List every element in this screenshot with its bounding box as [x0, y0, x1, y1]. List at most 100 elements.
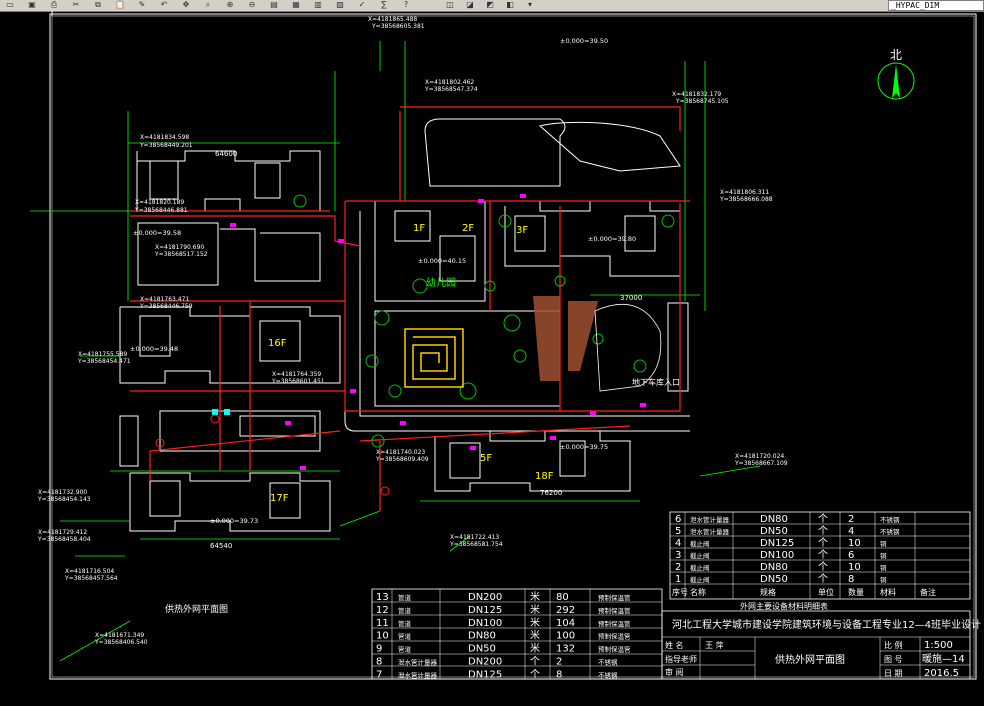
north-arrow-icon: 北 [877, 48, 915, 100]
cad-drawing-canvas[interactable]: 北 1F 2F 3F 16F17F18F 5F X=4181865.488 Y=… [0, 11, 984, 706]
equipment-header-name: 名称 [690, 587, 706, 597]
save-icon[interactable]: ▣ [26, 0, 38, 10]
svg-text:X=4181729.412: X=4181729.412 [38, 529, 87, 536]
calc-icon[interactable]: ∑ [378, 0, 390, 10]
pipe-cell-qty: 100 [556, 631, 575, 642]
layer-previous-icon[interactable]: ◩ [484, 0, 496, 10]
pipe-cell-material: 预制保温管 [598, 606, 631, 615]
equipment-cell-material: 铜 [880, 575, 887, 584]
pipe-cell-material: 预制保温管 [598, 593, 631, 602]
help-icon[interactable]: ? [400, 0, 412, 10]
svg-text:X=4181720.024: X=4181720.024 [735, 453, 784, 460]
equipment-header-note: 备注 [920, 587, 936, 597]
pipe-table: 13 管道 DN200 米 80 预制保温管 12 管道 DN125 米 292 预制保温管 11 管道 D… [371, 588, 663, 680]
svg-text:Y=38568406.540: Y=38568406.540 [94, 639, 148, 646]
equipment-header-no: 序号 [672, 587, 688, 597]
equipment-cell-material: 铜 [880, 539, 887, 548]
svg-text:16F: 16F [268, 338, 287, 349]
equipment-cell-unit: 个 [818, 573, 828, 585]
match-properties-icon[interactable]: ✎ [136, 0, 148, 10]
svg-text:Y=38568449.201: Y=38568449.201 [139, 142, 193, 149]
equipment-cell-no: 5 [675, 526, 681, 537]
open-icon[interactable]: ▭ [4, 0, 16, 10]
pipe-cell-qty: 80 [556, 592, 569, 603]
equipment-cell-unit: 个 [818, 537, 828, 549]
equipment-cell-spec: DN80 [760, 562, 788, 573]
svg-text:审 阅: 审 阅 [665, 667, 684, 677]
svg-text:Y=38568601.451: Y=38568601.451 [271, 378, 325, 385]
undo-icon[interactable]: ↶ [158, 0, 170, 10]
pipe-cell-name: 管道 [398, 606, 412, 615]
equipment-cell-name: 截止阀 [690, 563, 710, 572]
copy-icon[interactable]: ⧉ [92, 0, 104, 10]
print-icon[interactable]: ⎙ [48, 0, 60, 10]
pipe-cell-material: 预制保温管 [598, 619, 631, 628]
layer-state-icon[interactable]: ◪ [464, 0, 476, 10]
svg-text:X=4181832.179: X=4181832.179 [672, 91, 721, 98]
equipment-cell-unit: 个 [818, 561, 828, 573]
pipe-cell-material: 预制保温管 [598, 632, 631, 641]
svg-text:1F: 1F [413, 223, 425, 234]
equipment-cell-material: 铜 [880, 563, 887, 572]
playground-maze [404, 328, 464, 388]
svg-text:Y=38568667.109: Y=38568667.109 [734, 460, 788, 467]
zoom-previous-icon[interactable]: ⊖ [246, 0, 258, 10]
equipment-cell-material: 不锈钢 [880, 515, 900, 524]
svg-text:±0.000=39.58: ±0.000=39.58 [133, 229, 181, 237]
svg-text:Y=38568454.471: Y=38568454.471 [77, 358, 131, 365]
svg-text:±0.000=39.48: ±0.000=39.48 [130, 345, 178, 353]
equipment-cell-no: 2 [675, 562, 681, 573]
pipe-cell-spec: DN80 [468, 631, 496, 642]
pipe-cell-no: 12 [376, 605, 389, 616]
svg-text:X=4181802.462: X=4181802.462 [425, 79, 474, 86]
valve-markers [155, 409, 390, 496]
svg-text:1:500: 1:500 [924, 640, 953, 651]
svg-text:外网主要设备材料明细表: 外网主要设备材料明细表 [740, 601, 828, 611]
zoom-realtime-icon[interactable]: ⌕ [202, 0, 214, 10]
svg-text:X=4181671.349: X=4181671.349 [95, 632, 144, 639]
svg-text:X=4181722.413: X=4181722.413 [450, 534, 499, 541]
svg-text:Y=38568446.881: Y=38568446.881 [134, 207, 188, 214]
svg-text:64600: 64600 [215, 150, 237, 158]
zoom-window-icon[interactable]: ⊕ [224, 0, 236, 10]
svg-text:指导老师: 指导老师 [665, 654, 697, 664]
layer-dropdown-icon[interactable]: ▾ [524, 0, 536, 10]
pipe-cell-unit: 米 [530, 642, 540, 655]
design-center-icon[interactable]: ▦ [290, 0, 302, 10]
pipe-cell-qty: 2 [556, 657, 562, 668]
paving-areas [533, 296, 598, 381]
pipe-cell-name: 泄水管计量器 [398, 670, 438, 679]
svg-text:暖施—14: 暖施—14 [922, 652, 965, 665]
svg-text:比 例: 比 例 [884, 640, 903, 650]
svg-text:Y=38568446.759: Y=38568446.759 [139, 303, 193, 310]
svg-text:±0.000=39.75: ±0.000=39.75 [560, 443, 608, 451]
equipment-cell-spec: DN50 [760, 526, 788, 537]
properties-icon[interactable]: ▤ [268, 0, 280, 10]
svg-text:幼儿园: 幼儿园 [426, 276, 456, 289]
sheet-set-icon[interactable]: ▧ [334, 0, 346, 10]
title-block: 河北工程大学城市建设学院建筑环境与设备工程专业12—4班毕业设计 姓 名 王 萍… [661, 601, 981, 680]
pipe-cell-material: 不锈钢 [598, 670, 618, 679]
pipe-cell-spec: DN200 [468, 657, 502, 668]
svg-text:Y=38568581.754: Y=38568581.754 [449, 541, 503, 548]
pipe-cell-spec: DN125 [468, 605, 502, 616]
svg-text:Y=38568547.374: Y=38568547.374 [424, 86, 478, 93]
equipment-cell-qty: 10 [848, 562, 861, 573]
layers-icon[interactable]: ◫ [444, 0, 456, 10]
pipe-cell-unit: 个 [530, 668, 540, 680]
pipe-cell-no: 7 [376, 669, 382, 680]
equipment-header-unit: 单位 [818, 587, 834, 597]
tool-palettes-icon[interactable]: ▥ [312, 0, 324, 10]
equipment-cell-unit: 个 [818, 549, 828, 561]
layer-dropdown[interactable]: _HYPAC_DIM [888, 0, 984, 11]
markup-icon[interactable]: ✓ [356, 0, 368, 10]
make-current-icon[interactable]: ◧ [504, 0, 516, 10]
drawing-inner-frame [51, 15, 975, 678]
north-label: 北 [890, 48, 902, 62]
pipe-cell-name: 管道 [398, 593, 412, 602]
pan-icon[interactable]: ✥ [180, 0, 192, 10]
svg-text:X=4181865.488: X=4181865.488 [368, 16, 417, 23]
pipe-cell-spec: DN50 [468, 644, 496, 655]
paste-icon[interactable]: 📋 [114, 0, 126, 10]
cut-icon[interactable]: ✂ [70, 0, 82, 10]
